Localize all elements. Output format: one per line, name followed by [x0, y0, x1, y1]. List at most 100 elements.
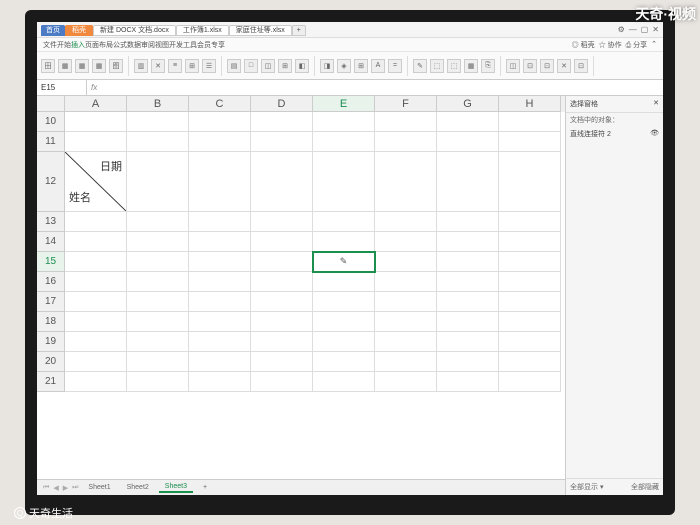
cell[interactable]	[313, 272, 375, 292]
row-header[interactable]: 17	[37, 292, 65, 312]
ribbon-button[interactable]: □	[244, 59, 258, 73]
cell[interactable]	[499, 272, 561, 292]
cell[interactable]	[375, 112, 437, 132]
cell[interactable]	[127, 272, 189, 292]
ribbon-button[interactable]: ✎	[413, 59, 427, 73]
column-header[interactable]: A	[65, 96, 127, 112]
ribbon-button[interactable]: ⬚	[430, 59, 444, 73]
column-header[interactable]: C	[189, 96, 251, 112]
cell[interactable]	[437, 252, 499, 272]
cell[interactable]	[189, 352, 251, 372]
cell[interactable]	[375, 152, 437, 212]
row-header[interactable]: 10	[37, 112, 65, 132]
cell[interactable]	[251, 272, 313, 292]
fx-icon[interactable]: fx	[87, 83, 101, 92]
maximize-button[interactable]: ▢	[641, 25, 649, 34]
ribbon-button[interactable]: ⬚	[447, 59, 461, 73]
cell[interactable]	[189, 152, 251, 212]
cell[interactable]	[127, 232, 189, 252]
row-header[interactable]: 20	[37, 352, 65, 372]
row-header[interactable]: 19	[37, 332, 65, 352]
ribbon-button[interactable]: ⊡	[574, 59, 588, 73]
cell[interactable]	[313, 352, 375, 372]
cell[interactable]	[65, 272, 127, 292]
ribbon-button[interactable]: ✕	[151, 59, 165, 73]
cell[interactable]	[313, 232, 375, 252]
ribbon-button[interactable]: ⊡	[540, 59, 554, 73]
cell[interactable]	[499, 212, 561, 232]
menu-item[interactable]: 插入	[71, 42, 85, 49]
cell[interactable]	[375, 232, 437, 252]
ribbon-button[interactable]: =	[388, 59, 402, 73]
add-sheet-button[interactable]: +	[197, 483, 213, 492]
cell[interactable]	[189, 292, 251, 312]
row-header[interactable]: 15	[37, 252, 65, 272]
ribbon-button[interactable]: ◧	[295, 59, 309, 73]
cell[interactable]	[127, 132, 189, 152]
menu-item[interactable]: 审阅	[141, 42, 155, 49]
cell[interactable]	[375, 292, 437, 312]
cell[interactable]	[189, 232, 251, 252]
cell[interactable]	[251, 212, 313, 232]
cell[interactable]	[499, 132, 561, 152]
cell[interactable]	[499, 312, 561, 332]
menu-item[interactable]: 视图	[155, 42, 169, 49]
cell[interactable]	[313, 212, 375, 232]
column-header[interactable]: D	[251, 96, 313, 112]
cell[interactable]	[375, 132, 437, 152]
cell[interactable]	[375, 332, 437, 352]
cell[interactable]	[127, 152, 189, 212]
document-tab[interactable]: 新建 DOCX 文档.docx	[93, 25, 176, 36]
cell[interactable]	[189, 312, 251, 332]
ribbon-button[interactable]: ≡	[168, 59, 182, 73]
name-box[interactable]: E15	[37, 80, 87, 95]
formula-input[interactable]	[101, 80, 663, 95]
row-header[interactable]: 18	[37, 312, 65, 332]
cell[interactable]	[499, 292, 561, 312]
menu-right-item[interactable]: ◎ 稻壳	[572, 40, 595, 50]
cell[interactable]	[189, 372, 251, 392]
cell[interactable]	[65, 312, 127, 332]
cell[interactable]	[313, 152, 375, 212]
cell[interactable]	[437, 212, 499, 232]
ribbon-button[interactable]: 田	[41, 59, 55, 73]
cell[interactable]	[65, 352, 127, 372]
cell[interactable]	[251, 292, 313, 312]
cell[interactable]	[189, 132, 251, 152]
ribbon-button[interactable]: ▥	[134, 59, 148, 73]
cell[interactable]	[375, 312, 437, 332]
cell[interactable]	[65, 372, 127, 392]
menu-right-item[interactable]: ☆ 协作	[599, 40, 622, 50]
ribbon-button[interactable]: ◫	[506, 59, 520, 73]
cell[interactable]	[499, 152, 561, 212]
cell[interactable]	[189, 332, 251, 352]
pane-close-icon[interactable]: ✕	[653, 99, 659, 109]
row-header[interactable]: 12	[37, 152, 65, 212]
sheet-nav-button[interactable]: ⏭	[72, 484, 78, 492]
sheet-nav-button[interactable]: ▶	[63, 484, 68, 492]
cell[interactable]	[313, 312, 375, 332]
cell[interactable]	[437, 372, 499, 392]
cell[interactable]	[437, 292, 499, 312]
cell[interactable]	[127, 252, 189, 272]
document-tab[interactable]: 稻壳	[65, 25, 93, 36]
cell[interactable]	[251, 312, 313, 332]
cell[interactable]	[313, 112, 375, 132]
cell[interactable]	[189, 272, 251, 292]
cell[interactable]	[65, 232, 127, 252]
cell[interactable]	[437, 312, 499, 332]
cell[interactable]	[313, 372, 375, 392]
cell[interactable]	[65, 212, 127, 232]
cell[interactable]	[127, 112, 189, 132]
document-tab[interactable]: 首页	[41, 25, 65, 36]
row-header[interactable]: 14	[37, 232, 65, 252]
column-header[interactable]: E	[313, 96, 375, 112]
minimize-button[interactable]: —	[629, 25, 637, 34]
ribbon-button[interactable]: ⊞	[185, 59, 199, 73]
ribbon-button[interactable]: ✕	[557, 59, 571, 73]
ribbon-button[interactable]: ◈	[337, 59, 351, 73]
cell[interactable]: ✎	[313, 252, 375, 272]
ribbon-button[interactable]: ▤	[227, 59, 241, 73]
cell[interactable]	[437, 352, 499, 372]
hide-all-button[interactable]: 全部隐藏	[631, 482, 659, 492]
